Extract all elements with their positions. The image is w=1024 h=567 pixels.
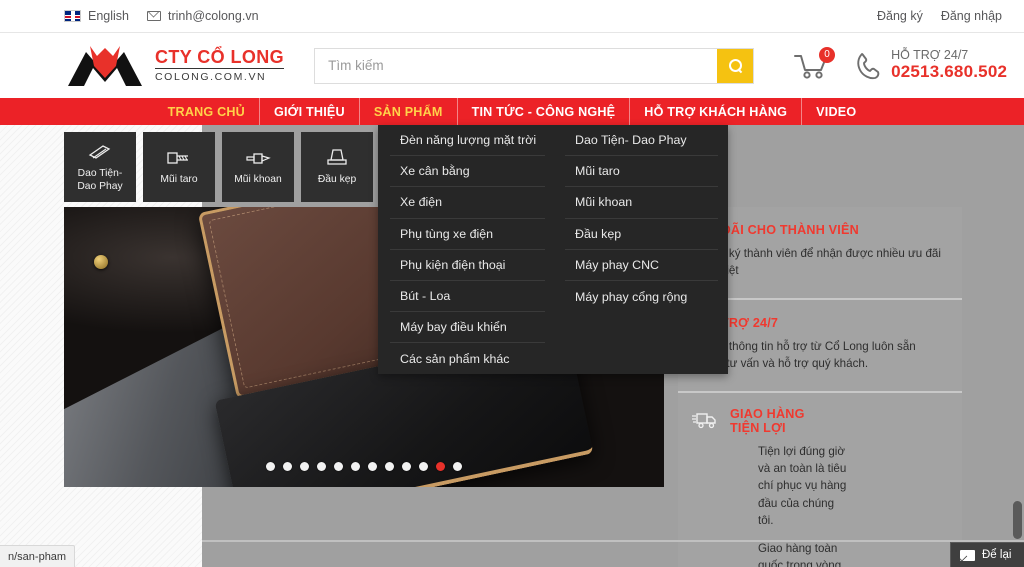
- carousel-dot-11[interactable]: [436, 462, 445, 471]
- dropdown-item[interactable]: Xe điện: [390, 187, 545, 219]
- products-dropdown-menu: Đèn năng lượng mặt trời Xe cân bằng Xe điệ…: [378, 125, 728, 374]
- language-selector[interactable]: English: [64, 9, 129, 23]
- side-panel-title: HỖ TRỢ 24/7: [698, 315, 779, 330]
- carousel-dot-7[interactable]: [368, 462, 377, 471]
- search-icon: [728, 59, 742, 72]
- drill-bit-icon: [245, 147, 271, 169]
- page-scrollbar-thumb[interactable]: [1013, 501, 1022, 539]
- search-button[interactable]: [717, 48, 754, 83]
- topbar-right-group: Đăng ký Đăng nhập: [877, 9, 1002, 23]
- nav-item-4[interactable]: HỖ TRỢ KHÁCH HÀNG: [630, 98, 803, 125]
- logo-domain: COLONG.COM.VN: [155, 71, 267, 84]
- dropdown-item[interactable]: Bút - Loa: [390, 281, 545, 313]
- category-tile-2[interactable]: Mũi khoan: [222, 132, 294, 202]
- nav-item-5[interactable]: VIDEO: [802, 98, 870, 125]
- delivery-paragraph-1: Tiện lợi đúng giờ và an toàn là tiêu chí…: [758, 444, 847, 528]
- carousel-dots: [64, 462, 664, 471]
- delivery-paragraph-2: Giao hàng toàn quốc trong vòng 3-5 ngày.: [758, 541, 842, 567]
- dropdown-item[interactable]: Mũi taro: [565, 156, 718, 188]
- category-tile-label: Mũi khoan: [234, 174, 282, 186]
- page-root: English trinh@colong.vn Đăng ký Đăng nhậ…: [0, 0, 1024, 567]
- truck-icon: [692, 411, 718, 429]
- carousel-dot-1[interactable]: [266, 462, 275, 471]
- category-tile-1[interactable]: Mũi taro: [143, 132, 215, 202]
- category-tile-0[interactable]: Dao Tiện- Dao Phay: [64, 132, 136, 202]
- side-panel-text: Cổng thông tin hỗ trợ từ Cổ Long luôn sẵ…: [698, 339, 916, 371]
- cart-button[interactable]: 0: [794, 46, 836, 79]
- delivery-title: GIAO HÀNG TIỆN LỢI: [730, 406, 805, 435]
- chat-widget-label: Để lại: [982, 549, 1012, 561]
- chat-widget-button[interactable]: Để lại: [950, 542, 1024, 567]
- support-phone[interactable]: HỖ TRỢ 24/7 02513.680.502: [856, 47, 1008, 83]
- lathe-tool-icon: [87, 141, 113, 163]
- side-panel-title: ƯU ĐÃI CHO THÀNH VIÊN: [698, 223, 859, 237]
- site-logo[interactable]: CTY CỔ LONG COLONG.COM.VN: [64, 44, 285, 88]
- uk-flag-icon: [64, 10, 81, 22]
- register-link[interactable]: Đăng ký: [877, 9, 923, 23]
- search-input[interactable]: [315, 48, 718, 83]
- dropdown-item[interactable]: Đèn năng lượng mặt trời: [390, 125, 545, 157]
- carousel-dot-2[interactable]: [283, 462, 292, 471]
- tap-bit-icon: [166, 147, 192, 169]
- carousel-dot-9[interactable]: [402, 462, 411, 471]
- carousel-dot-3[interactable]: [300, 462, 309, 471]
- cart-count-badge: 0: [819, 46, 836, 63]
- dropdown-item[interactable]: Mũi khoan: [565, 187, 718, 219]
- dropdown-column-left: Đèn năng lượng mặt trời Xe cân bằng Xe điệ…: [378, 125, 553, 374]
- carousel-dot-12[interactable]: [453, 462, 462, 471]
- dropdown-item[interactable]: Đầu kẹp: [565, 219, 718, 250]
- category-tile-label: Dao Tiện- Dao Phay: [77, 167, 123, 192]
- category-tile-label: Mũi taro: [160, 174, 198, 186]
- nav-items-container: TRANG CHỦ GIỚI THIỆU SẢN PHẨM TIN TỨC - CÔN…: [154, 98, 871, 125]
- phone-icon: [856, 52, 882, 80]
- search-box: [314, 47, 755, 84]
- utility-topbar: English trinh@colong.vn Đăng ký Đăng nhậ…: [0, 0, 1024, 33]
- support-label: HỖ TRỢ 24/7: [891, 47, 969, 62]
- category-tile-3[interactable]: Đầu kẹp: [301, 132, 373, 202]
- envelope-icon: [960, 549, 975, 561]
- dropdown-item[interactable]: Máy phay CNC: [565, 250, 718, 281]
- side-panel-text: Đăng ký thành viên để nhận được nhiều ưu…: [698, 247, 941, 278]
- language-label: English: [88, 9, 129, 23]
- carousel-dot-4[interactable]: [317, 462, 326, 471]
- carousel-dot-6[interactable]: [351, 462, 360, 471]
- carousel-dot-10[interactable]: [419, 462, 428, 471]
- logo-company-name: CTY CỔ LONG: [155, 47, 285, 70]
- mail-icon: [147, 11, 161, 21]
- collet-chuck-icon: [324, 147, 350, 169]
- nav-item-2[interactable]: SẢN PHẨM: [360, 98, 458, 125]
- browser-status-bar: n/san-pham: [0, 545, 76, 567]
- contact-email[interactable]: trinh@colong.vn: [147, 9, 259, 23]
- logo-text-block: CTY CỔ LONG COLONG.COM.VN: [155, 47, 285, 84]
- dropdown-column-right: Dao Tiện- Dao Phay Mũi taro Mũi khoan Đầu k…: [553, 125, 728, 374]
- delivery-text: Tiện lợi đúng giờ và an toàn là tiêu chí…: [758, 443, 850, 567]
- dropdown-item[interactable]: Máy bay điều khiển: [390, 312, 545, 344]
- category-tile-label: Đầu kẹp: [317, 174, 357, 186]
- nav-item-1[interactable]: GIỚI THIỆU: [260, 98, 360, 125]
- status-url-text: n/san-pham: [8, 550, 67, 563]
- email-label: trinh@colong.vn: [168, 9, 259, 23]
- carousel-dot-8[interactable]: [385, 462, 394, 471]
- colong-logo-icon: [64, 44, 146, 88]
- login-link[interactable]: Đăng nhập: [941, 9, 1002, 23]
- content-bottom-rule: [202, 540, 1024, 542]
- dropdown-item[interactable]: Các sản phẩm khác: [390, 343, 545, 374]
- nav-item-0[interactable]: TRANG CHỦ: [154, 98, 260, 125]
- dropdown-item[interactable]: Phụ tùng xe điện: [390, 219, 545, 250]
- site-header: CTY CỔ LONG COLONG.COM.VN 0: [0, 33, 1024, 98]
- support-text-block: HỖ TRỢ 24/7 02513.680.502: [891, 47, 1008, 83]
- hero-stud-decor: [94, 255, 108, 269]
- topbar-left-group: English trinh@colong.vn: [64, 9, 259, 23]
- main-navigation: TRANG CHỦ GIỚI THIỆU SẢN PHẨM TIN TỨC - CÔN…: [0, 98, 1024, 125]
- carousel-dot-5[interactable]: [334, 462, 343, 471]
- support-number: 02513.680.502: [891, 62, 1008, 82]
- dropdown-item[interactable]: Máy phay cổng rộng: [565, 281, 718, 312]
- nav-item-3[interactable]: TIN TỨC - CÔNG NGHỆ: [458, 98, 631, 125]
- dropdown-item[interactable]: Phụ kiện điện thoại: [390, 250, 545, 281]
- dropdown-item[interactable]: Dao Tiện- Dao Phay: [565, 125, 718, 157]
- dropdown-item[interactable]: Xe cân bằng: [390, 156, 545, 188]
